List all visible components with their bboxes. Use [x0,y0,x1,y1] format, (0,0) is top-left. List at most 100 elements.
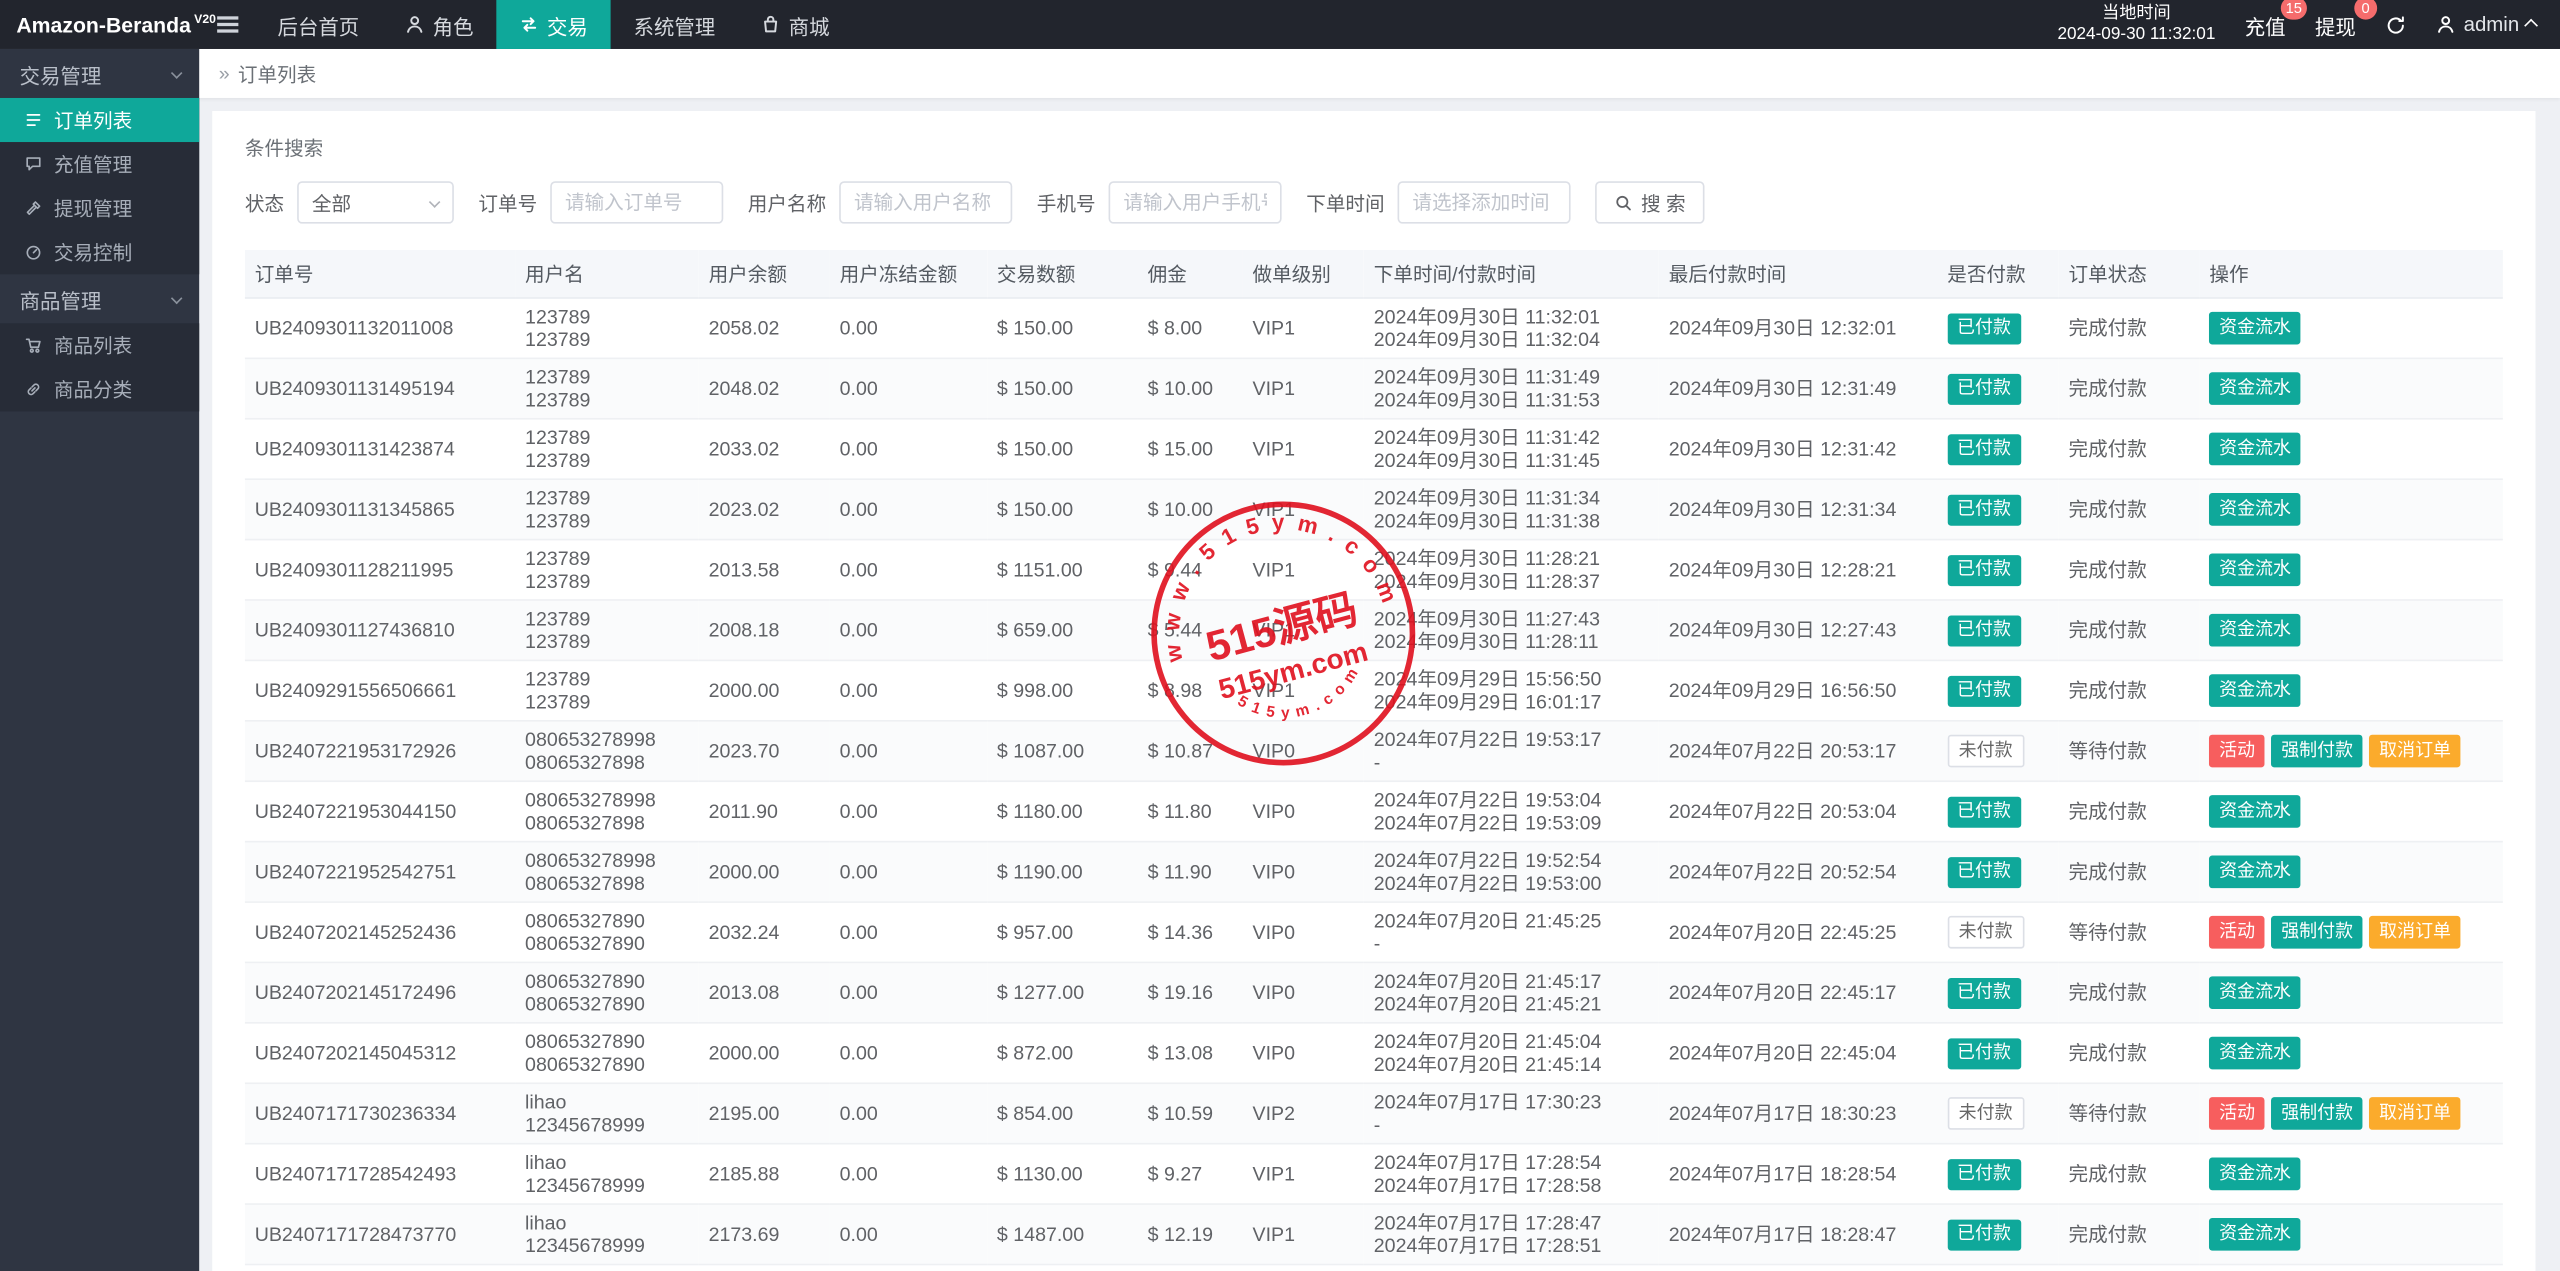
sidebar-item-withdraw[interactable]: 提现管理 [0,186,199,230]
breadcrumb: » 订单列表 [199,49,2560,98]
action-fund-flow-button[interactable]: 资金流水 [2209,1158,2300,1191]
action-fund-flow-button[interactable]: 资金流水 [2209,493,2300,526]
action-fund-flow-button[interactable]: 资金流水 [2209,614,2300,647]
cell-vip-level: VIP0 [1243,902,1364,962]
phone-input[interactable] [1109,181,1282,223]
action-force-pay-button[interactable]: 强制付款 [2271,916,2362,949]
cell-amount: $ 998.00 [987,660,1138,720]
cell-paid: 已付款 [1937,540,2058,600]
topnav-item-dashboard[interactable]: 后台首页 [255,0,382,49]
sidebar-item-goods-list[interactable]: 商品列表 [0,323,199,367]
action-fund-flow-button[interactable]: 资金流水 [2209,1037,2300,1070]
withdraw-link[interactable]: 提现 0 [2315,9,2356,40]
action-force-pay-button[interactable]: 强制付款 [2271,735,2362,768]
cell-paid: 已付款 [1937,479,2058,539]
action-activity-button[interactable]: 活动 [2209,735,2265,768]
cell-username: lihao 12345678999 [515,1204,699,1264]
cell-username: 123789 123789 [515,419,699,479]
cell-vip-level: VIP1 [1243,600,1364,660]
cell-frozen: 0.00 [830,1083,987,1143]
action-cancel-order-button[interactable]: 取消订单 [2369,735,2460,768]
sidebar-item-goods-category[interactable]: 商品分类 [0,367,199,411]
action-cancel-order-button[interactable]: 取消订单 [2369,1097,2460,1130]
cell-order-no: UB2407171728473770 [245,1204,515,1264]
recharge-link[interactable]: 充值 15 [2245,9,2286,40]
cell-last-pay-time: 2024年07月22日 20:53:04 [1659,781,1938,841]
topnav-item-system[interactable]: 系统管理 [611,0,738,49]
cell-order-pay-time: 2024年07月20日 21:45:17 2024年07月20日 21:45:2… [1364,962,1659,1022]
sidebar-group-trade[interactable]: 交易管理 [0,49,199,98]
cell-commission: $ 10.00 [1138,358,1243,418]
sidebar-item-trade-control[interactable]: 交易控制 [0,230,199,274]
cell-actions: 活动强制付款取消订单 [2200,721,2503,781]
cell-commission: $ 13.08 [1138,1023,1243,1083]
search-form: 状态 全部 订单号 用户名称 手机 [245,181,2503,223]
row-actions: 资金流水 [2209,980,2307,1003]
table-row: UB2407202145172496 08065327890 080653278… [245,962,2503,1022]
search-button[interactable]: 搜 索 [1595,181,1705,223]
paid-badge: 已付款 [1947,796,2020,827]
action-activity-button[interactable]: 活动 [2209,916,2265,949]
topnav-item-trade[interactable]: 交易 [496,0,610,49]
order-no-input[interactable] [550,181,723,223]
action-fund-flow-button[interactable]: 资金流水 [2209,976,2300,1009]
action-activity-button[interactable]: 活动 [2209,1097,2265,1130]
cell-vip-level: VIP0 [1243,842,1364,902]
username-input[interactable] [839,181,1012,223]
cell-vip-level: VIP1 [1243,540,1364,600]
cell-order-pay-time: 2024年07月22日 19:52:54 2024年07月22日 19:53:0… [1364,842,1659,902]
action-cancel-order-button[interactable]: 取消订单 [2369,916,2460,949]
refresh-button[interactable] [2385,14,2406,35]
cell-vip-level: VIP2 [1243,1083,1364,1143]
cell-frozen: 0.00 [830,1023,987,1083]
cell-actions: 资金流水 [2200,781,2503,841]
cell-paid: 已付款 [1937,842,2058,902]
cell-last-pay-time: 2024年09月30日 12:27:43 [1659,600,1938,660]
cell-frozen: 0.00 [830,298,987,358]
cell-username: 080653278998 08065327898 [515,842,699,902]
cell-amount: $ 854.00 [987,1083,1138,1143]
table-row: UB2407171730236334 lihao 12345678999 219… [245,1083,2503,1143]
paid-badge: 已付款 [1947,373,2020,404]
cell-status: 等待付款 [2059,902,2200,962]
status-select[interactable]: 全部 [297,181,454,223]
breadcrumb-current: 订单列表 [238,60,316,88]
sidebar-item-order-list[interactable]: 订单列表 [0,98,199,142]
order-table-body: UB2409301132011008 123789 123789 2058.02… [245,298,2503,1271]
cell-order-pay-time: 2024年07月17日 17:28:54 2024年07月17日 17:28:5… [1364,1144,1659,1204]
topnav-item-mall[interactable]: 商城 [738,0,852,49]
action-fund-flow-button[interactable]: 资金流水 [2209,553,2300,586]
row-actions: 活动强制付款取消订单 [2209,1100,2467,1123]
order-time-input[interactable] [1398,181,1571,223]
cell-balance: 2023.02 [699,479,830,539]
cell-order-pay-time: 2024年09月30日 11:32:01 2024年09月30日 11:32:0… [1364,298,1659,358]
cell-frozen: 0.00 [830,419,987,479]
cell-actions: 资金流水 [2200,298,2503,358]
cell-last-pay-time: 2024年07月20日 22:45:25 [1659,902,1938,962]
cell-frozen: 0.00 [830,962,987,1022]
cell-order-no: UB2407221953172926 [245,721,515,781]
cell-vip-level: VIP1 [1243,419,1364,479]
action-fund-flow-button[interactable]: 资金流水 [2209,795,2300,828]
action-fund-flow-button[interactable]: 资金流水 [2209,674,2300,707]
order-list-icon [24,111,42,129]
topbar: Amazon-BerandaV20 后台首页 角色 交易 系统管理 商城 [0,0,2560,49]
cell-order-no: UB2409301127436810 [245,600,515,660]
action-fund-flow-button[interactable]: 资金流水 [2209,1218,2300,1251]
cell-amount: $ 1487.00 [987,1204,1138,1264]
action-fund-flow-button[interactable]: 资金流水 [2209,856,2300,889]
table-row: UB2407202145252436 08065327890 080653278… [245,902,2503,962]
cell-last-pay-time: 2024年07月20日 22:45:17 [1659,962,1938,1022]
recharge-badge: 15 [2281,0,2307,19]
cell-order-no: UB2409291556506661 [245,660,515,720]
user-icon [2436,15,2456,35]
sidebar-item-recharge[interactable]: 充值管理 [0,142,199,186]
user-menu[interactable]: admin [2436,13,2537,36]
topnav-item-role[interactable]: 角色 [382,0,496,49]
action-fund-flow-button[interactable]: 资金流水 [2209,433,2300,466]
action-fund-flow-button[interactable]: 资金流水 [2209,312,2300,345]
action-fund-flow-button[interactable]: 资金流水 [2209,372,2300,405]
sidebar-group-goods[interactable]: 商品管理 [0,274,199,323]
action-force-pay-button[interactable]: 强制付款 [2271,1097,2362,1130]
cell-last-pay-time: 2024年09月29日 16:56:50 [1659,660,1938,720]
